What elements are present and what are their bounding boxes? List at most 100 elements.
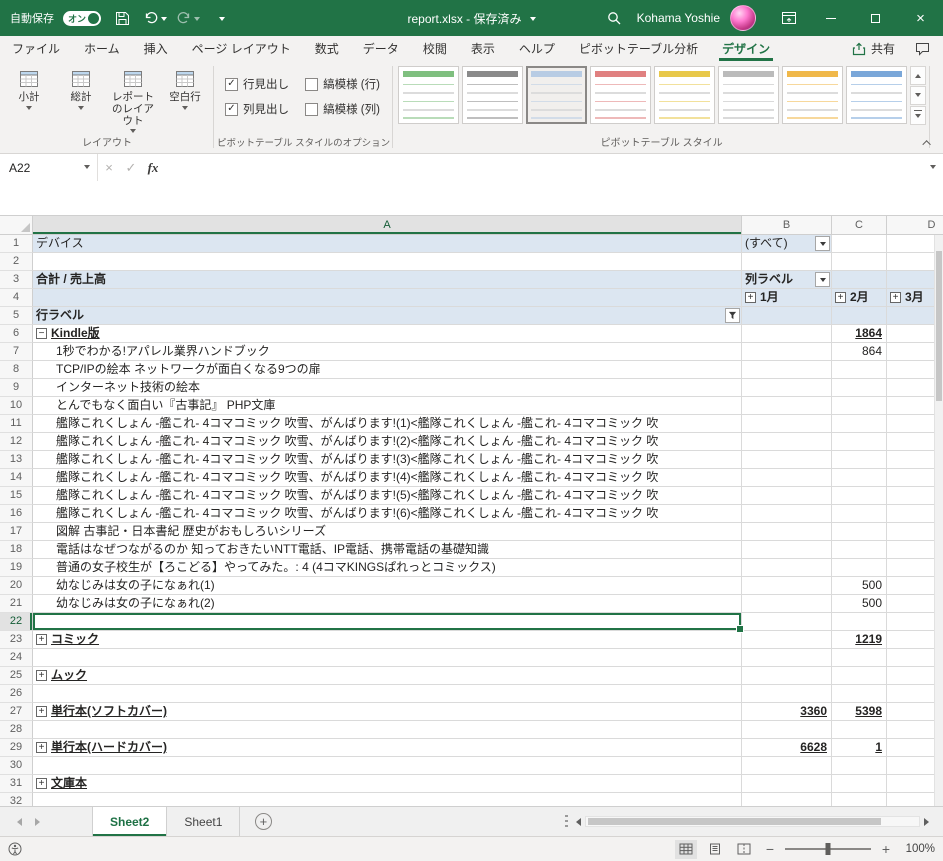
row-header-26[interactable]: 26 [0, 685, 33, 704]
cell-C28[interactable] [832, 721, 887, 740]
cell-B24[interactable] [742, 649, 832, 668]
save-button[interactable] [110, 5, 134, 31]
cell-C20[interactable]: 500 [832, 577, 887, 596]
filter-dropdown-button[interactable] [815, 236, 830, 252]
scrollbar-thumb[interactable] [936, 251, 942, 402]
cell-A24[interactable] [33, 649, 742, 668]
cell-A5[interactable]: 行ラベル [33, 307, 742, 326]
insert-function-button[interactable]: fx [142, 154, 164, 181]
cell-A25[interactable]: + ムック [33, 667, 742, 686]
expand-button[interactable]: + [745, 292, 756, 304]
row-header-2[interactable]: 2 [0, 253, 33, 272]
scroll-left-button[interactable] [572, 817, 581, 826]
cell-A18[interactable]: 電話はなぜつながるのか 知っておきたいNTT電話、IP電話、携帯電話の基礎知識 [33, 541, 742, 560]
cell-A30[interactable] [33, 757, 742, 776]
cell-A19[interactable]: 普通の女子校生が【ろこどる】やってみた。: 4 (4コマKINGSぱれっとコミッ… [33, 559, 742, 578]
row-header-16[interactable]: 16 [0, 505, 33, 524]
cell-C9[interactable] [832, 379, 887, 398]
gallery-scroll-down-button[interactable] [910, 86, 927, 105]
cell-C26[interactable] [832, 685, 887, 704]
pivot-style-thumbnail-7[interactable] [782, 66, 844, 124]
gallery-scroll-up-button[interactable] [910, 66, 927, 85]
pivot-style-thumbnail-4[interactable] [590, 66, 652, 124]
row-header-9[interactable]: 9 [0, 379, 33, 398]
normal-view-button[interactable] [675, 839, 697, 859]
ribbon-tab-view[interactable]: 表示 [459, 36, 507, 61]
ribbon-display-options-button[interactable] [770, 0, 808, 36]
expand-button[interactable]: + [36, 742, 47, 754]
row-header-19[interactable]: 19 [0, 559, 33, 578]
cell-A14[interactable]: 艦隊これくしょん -艦これ- 4コマコミック 吹雪、がんばります!(4)<艦隊こ… [33, 469, 742, 488]
cell-B30[interactable] [742, 757, 832, 776]
ribbon-tab-review[interactable]: 校閲 [411, 36, 459, 61]
cell-C21[interactable]: 500 [832, 595, 887, 614]
col-headers-checkbox[interactable]: ✓ 列見出し [225, 101, 291, 117]
maximize-button[interactable] [853, 0, 898, 36]
search-button[interactable] [595, 0, 633, 36]
pivot-style-thumbnail-5[interactable] [654, 66, 716, 124]
cell-C23[interactable]: 1219 [832, 631, 887, 650]
cancel-button[interactable]: × [98, 154, 120, 181]
row-header-17[interactable]: 17 [0, 523, 33, 542]
cell-C27[interactable]: 5398 [832, 703, 887, 722]
cell-B17[interactable] [742, 523, 832, 542]
column-header-D[interactable]: D [887, 216, 943, 236]
row-header-7[interactable]: 7 [0, 343, 33, 362]
row-header-15[interactable]: 15 [0, 487, 33, 506]
cell-B32[interactable] [742, 793, 832, 806]
cell-B3[interactable]: 列ラベル [742, 271, 832, 290]
cell-A28[interactable] [33, 721, 742, 740]
cell-A20[interactable]: 幼なじみは女の子になぁれ(1) [33, 577, 742, 596]
cell-B18[interactable] [742, 541, 832, 560]
cell-B27[interactable]: 3360 [742, 703, 832, 722]
cell-A13[interactable]: 艦隊これくしょん -艦これ- 4コマコミック 吹雪、がんばります!(3)<艦隊こ… [33, 451, 742, 470]
user-name[interactable]: Kohama Yoshie [637, 11, 720, 25]
accessibility-icon[interactable] [8, 842, 22, 856]
cell-A11[interactable]: 艦隊これくしょん -艦これ- 4コマコミック 吹雪、がんばります!(1)<艦隊こ… [33, 415, 742, 434]
select-all-button[interactable] [0, 216, 33, 236]
row-header-30[interactable]: 30 [0, 757, 33, 776]
cell-C17[interactable] [832, 523, 887, 542]
cell-B22[interactable] [742, 613, 832, 632]
row-header-5[interactable]: 5 [0, 307, 33, 326]
cell-B19[interactable] [742, 559, 832, 578]
cell-A17[interactable]: 図解 古事記・日本書紀 歴史がおもしろいシリーズ [33, 523, 742, 542]
cell-C10[interactable] [832, 397, 887, 416]
pivot-style-thumbnail-1[interactable] [398, 66, 460, 124]
banded-cols-checkbox[interactable]: 縞模様 (列) [305, 101, 382, 117]
cell-A27[interactable]: + 単行本(ソフトカバー) [33, 703, 742, 722]
cell-B7[interactable] [742, 343, 832, 362]
cell-A12[interactable]: 艦隊これくしょん -艦これ- 4コマコミック 吹雪、がんばります!(2)<艦隊こ… [33, 433, 742, 452]
zoom-level[interactable]: 100% [901, 843, 935, 855]
row-header-22[interactable]: 22 [0, 613, 33, 632]
row-header-13[interactable]: 13 [0, 451, 33, 470]
row-header-29[interactable]: 29 [0, 739, 33, 758]
customize-toolbar-button[interactable] [209, 5, 233, 31]
ribbon-tab-data[interactable]: データ [351, 36, 411, 61]
row-header-4[interactable]: 4 [0, 289, 33, 308]
cell-A22[interactable] [33, 613, 744, 634]
cell-B15[interactable] [742, 487, 832, 506]
row-header-25[interactable]: 25 [0, 667, 33, 686]
cell-B16[interactable] [742, 505, 832, 524]
row-header-12[interactable]: 12 [0, 433, 33, 452]
cell-B4[interactable]: +1月 [742, 289, 832, 308]
pivot-style-thumbnail-6[interactable] [718, 66, 780, 124]
cell-C2[interactable] [832, 253, 887, 272]
cell-C29[interactable]: 1 [832, 739, 887, 758]
cell-B6[interactable] [742, 325, 832, 344]
pivot-style-thumbnail-3[interactable] [526, 66, 588, 124]
comments-button[interactable] [905, 36, 939, 61]
cell-B21[interactable] [742, 595, 832, 614]
collapse-ribbon-button[interactable] [920, 136, 936, 149]
cell-A15[interactable]: 艦隊これくしょん -艦これ- 4コマコミック 吹雪、がんばります!(5)<艦隊こ… [33, 487, 742, 506]
cell-B11[interactable] [742, 415, 832, 434]
name-box[interactable]: A22 [0, 154, 98, 182]
cell-C1[interactable] [832, 235, 887, 254]
cell-C3[interactable] [832, 271, 887, 290]
sheet-nav-right-button[interactable] [28, 807, 50, 836]
page-layout-view-button[interactable] [704, 840, 726, 859]
zoom-in-button[interactable]: + [878, 842, 894, 856]
cell-A21[interactable]: 幼なじみは女の子になぁれ(2) [33, 595, 742, 614]
avatar[interactable] [730, 5, 756, 31]
